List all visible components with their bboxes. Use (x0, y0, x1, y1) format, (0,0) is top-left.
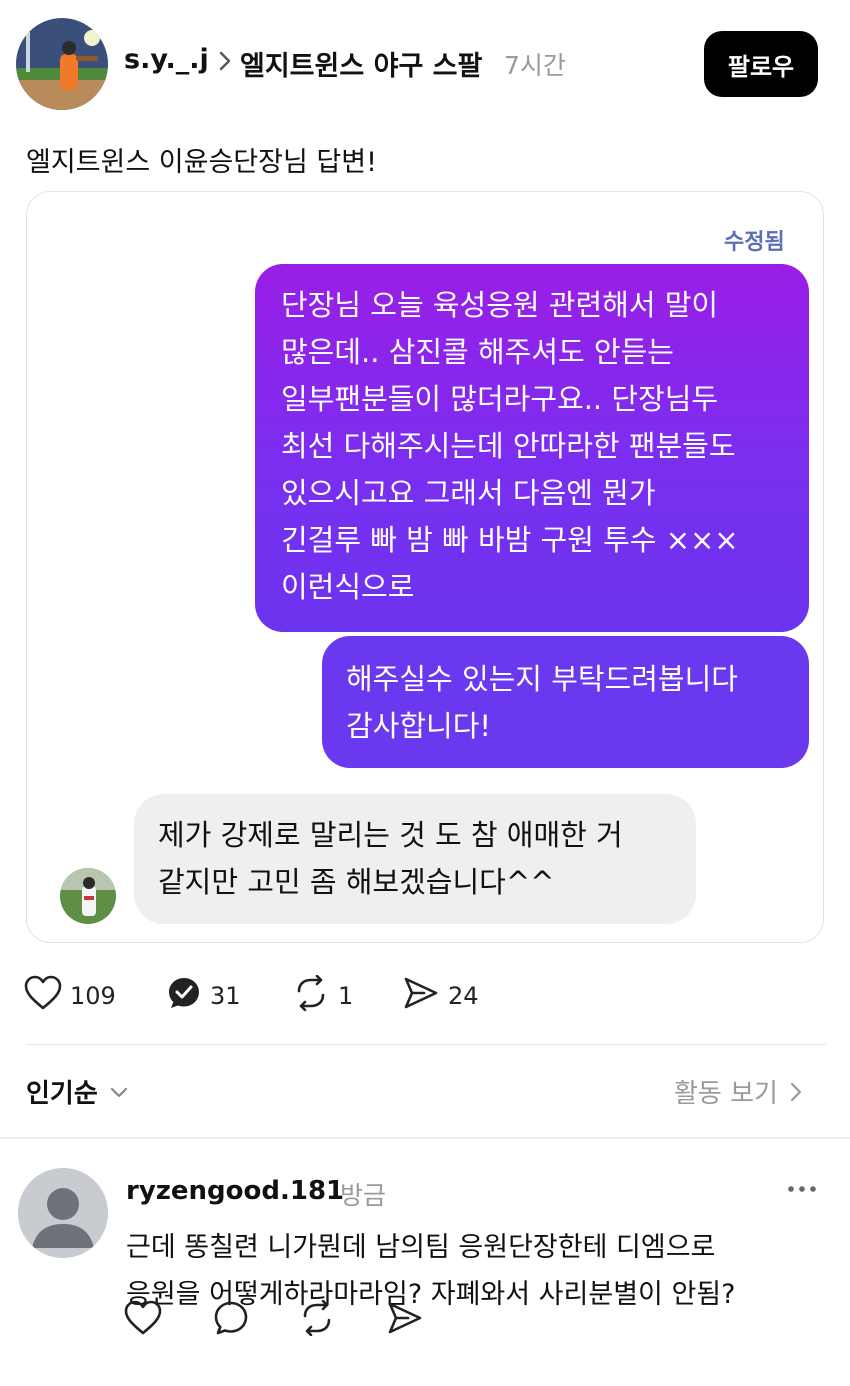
comment-check-icon (166, 975, 210, 1017)
comment-share-button[interactable] (386, 1300, 432, 1342)
edited-label: 수정됨 (724, 230, 785, 255)
comment-button[interactable]: 31 (166, 976, 241, 1016)
author-avatar[interactable] (16, 18, 108, 110)
activity-label: 활동 보기 (674, 1079, 778, 1109)
message-line: 단장님 오늘 육성응원 관련해서 말이 (281, 288, 719, 322)
message-line: 제가 강제로 말리는 것 도 참 애매한 거 (158, 818, 623, 852)
repost-button[interactable]: 1 (292, 974, 354, 1017)
follow-button[interactable]: 팔로우 (704, 31, 818, 97)
comment-repost-button[interactable] (298, 1299, 344, 1342)
speech-bubble-icon (212, 1300, 258, 1342)
comment-time: 방금 (340, 1181, 387, 1210)
received-message-bubble: 제가 강제로 말리는 것 도 참 애매한 거 같지만 고민 좀 해보겠습니다^^ (134, 794, 696, 924)
message-line: 해주실수 있는지 부탁드려봅니다 (346, 662, 738, 696)
message-line: 같지만 고민 좀 해보겠습니다^^ (158, 865, 555, 899)
post-text: 엘지트윈스 이윤승단장님 답변! (26, 147, 377, 178)
repost-icon (292, 974, 338, 1017)
comment-count: 31 (210, 982, 241, 1010)
community-name[interactable]: 엘지트윈스 야구 스팔 (240, 44, 482, 83)
send-icon (402, 975, 448, 1017)
heart-icon (24, 975, 70, 1017)
reply-avatar (60, 868, 116, 924)
message-line: 일부팬분들이 많더라구요.. 단장님두 (281, 382, 719, 416)
comment-reply-button[interactable] (212, 1300, 258, 1342)
message-line: 많은데.. 삼진콜 해주셔도 안듣는 (281, 335, 674, 369)
message-line: 있으시고요 그래서 다음엔 뭔가 (281, 476, 656, 510)
like-button[interactable]: 109 (24, 975, 116, 1017)
sent-message-bubble: 해주실수 있는지 부탁드려봅니다 감사합니다! (322, 636, 809, 768)
commenter-avatar[interactable] (18, 1168, 108, 1258)
message-line: 감사합니다! (346, 709, 492, 743)
more-options-icon[interactable] (786, 1176, 818, 1202)
message-line: 이런식으로 (281, 570, 415, 604)
like-count: 109 (70, 982, 116, 1010)
comment-line: 근데 똥칠련 니가뭔데 남의팀 응원단장한테 디엠으로 (126, 1232, 716, 1263)
send-icon (386, 1300, 432, 1342)
divider (0, 1137, 850, 1139)
sort-label: 인기순 (26, 1079, 98, 1109)
share-button[interactable]: 24 (402, 976, 479, 1016)
sort-dropdown[interactable]: 인기순 (26, 1073, 130, 1110)
chevron-down-icon (108, 1081, 130, 1103)
divider (26, 1044, 826, 1045)
repost-count: 1 (338, 982, 354, 1010)
post-time: 7시간 (504, 51, 566, 80)
author-username[interactable]: s.y._.j (124, 44, 209, 75)
sent-message-bubble: 단장님 오늘 육성응원 관련해서 말이 많은데.. 삼진콜 해주셔도 안듣는 일… (255, 264, 809, 632)
message-line: 최선 다해주시는데 안따라한 팬분들도 (281, 429, 736, 463)
comment-like-button[interactable] (124, 1300, 170, 1342)
commenter-username[interactable]: ryzengood.181 (126, 1176, 344, 1206)
view-activity-link[interactable]: 활동 보기 (674, 1073, 806, 1110)
heart-icon (124, 1300, 170, 1342)
chevron-right-icon (786, 1080, 806, 1104)
chevron-right-icon (212, 48, 238, 74)
repost-icon (298, 1299, 344, 1342)
message-line: 긴걸루 빠 밤 빠 바밤 구원 투수 ××× (281, 523, 739, 557)
share-count: 24 (448, 982, 479, 1010)
